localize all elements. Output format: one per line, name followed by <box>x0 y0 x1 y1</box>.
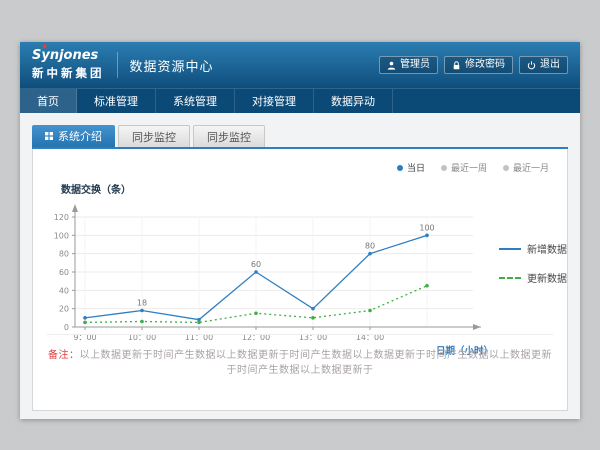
logo-star-icon: ★ <box>41 43 48 51</box>
page-title: 数据资源中心 <box>130 56 214 75</box>
main-navigation: 首页 标准管理 系统管理 对接管理 数据异动 <box>20 88 580 113</box>
grid-icon <box>45 130 53 143</box>
svg-text:100: 100 <box>419 223 434 232</box>
filter-last-month[interactable]: 最近一月 <box>503 161 549 174</box>
legend-item-new-data: 新增数据 <box>499 241 567 256</box>
svg-text:18: 18 <box>137 299 147 308</box>
change-password-label: 修改密码 <box>465 60 505 70</box>
tab-bar: 系统介绍 同步监控 同步监控 <box>32 125 568 149</box>
nav-item-home[interactable]: 首页 <box>20 89 77 113</box>
tab-sync-monitor-2[interactable]: 同步监控 <box>193 125 265 147</box>
filter-last-week[interactable]: 最近一周 <box>441 161 487 174</box>
footnote: 备注：以上数据更新于时间产生数据以上数据更新于时间产生数据以上数据更新于时间产生… <box>47 334 553 376</box>
tab-sync-monitor-1[interactable]: 同步监控 <box>118 125 190 147</box>
tab-system-intro[interactable]: 系统介绍 <box>32 125 115 147</box>
tab-label: 同步监控 <box>207 129 251 145</box>
svg-text:0: 0 <box>64 323 69 332</box>
footnote-text: 以上数据更新于时间产生数据以上数据更新于时间产生数据以上数据更新于时间产生数据以… <box>80 350 553 376</box>
logout-label: 退出 <box>540 60 560 70</box>
series-label: 更新数据 <box>527 270 567 285</box>
footnote-label: 备注： <box>48 350 80 361</box>
filter-label: 当日 <box>407 161 425 174</box>
nav-item-standard-mgmt[interactable]: 标准管理 <box>77 89 156 113</box>
brand-logo[interactable]: Synjones ★ 新中新集团 <box>32 49 105 81</box>
logo-subtitle: 新中新集团 <box>32 65 105 81</box>
admin-user-button[interactable]: 管理员 <box>379 56 438 74</box>
header-actions: 管理员 修改密码 退出 <box>379 56 568 74</box>
tab-label: 系统介绍 <box>58 128 102 144</box>
lock-icon <box>452 61 461 70</box>
nav-item-data-changes[interactable]: 数据异动 <box>314 89 393 113</box>
svg-text:80: 80 <box>365 242 375 251</box>
filter-today[interactable]: 当日 <box>397 161 425 174</box>
app-header: Synjones ★ 新中新集团 数据资源中心 管理员 修改密码 <box>20 42 580 88</box>
y-axis-title: 数据交换（条） <box>61 181 131 196</box>
svg-text:60: 60 <box>59 268 69 277</box>
svg-text:80: 80 <box>59 250 69 259</box>
svg-text:120: 120 <box>54 213 69 222</box>
svg-text:20: 20 <box>59 305 69 314</box>
logout-button[interactable]: 退出 <box>519 56 568 74</box>
filter-label: 最近一周 <box>451 161 487 174</box>
legend-item-updated-data: 更新数据 <box>499 270 567 285</box>
time-range-filters: 当日 最近一周 最近一月 <box>397 161 549 174</box>
logo-text: Synjones ★ <box>32 49 105 62</box>
svg-text:60: 60 <box>251 260 261 269</box>
svg-text:40: 40 <box>59 286 69 295</box>
header-divider <box>117 52 118 78</box>
svg-text:100: 100 <box>54 231 69 240</box>
app-window: Synjones ★ 新中新集团 数据资源中心 管理员 修改密码 <box>20 42 580 419</box>
user-icon <box>387 61 396 70</box>
radio-dot-icon <box>397 165 403 171</box>
tab-label: 同步监控 <box>132 129 176 145</box>
nav-item-connection-mgmt[interactable]: 对接管理 <box>235 89 314 113</box>
content-area: 系统介绍 同步监控 同步监控 当日 最近一周 <box>20 113 580 411</box>
series-label: 新增数据 <box>527 241 567 256</box>
nav-item-system-mgmt[interactable]: 系统管理 <box>156 89 235 113</box>
chart-panel: 当日 最近一周 最近一月 数据交换（条） 0204060801001209：00… <box>32 149 568 411</box>
filter-label: 最近一月 <box>513 161 549 174</box>
admin-user-label: 管理员 <box>400 60 430 70</box>
change-password-button[interactable]: 修改密码 <box>444 56 513 74</box>
power-icon <box>527 61 536 70</box>
line-swatch-icon <box>499 248 521 250</box>
radio-dot-icon <box>441 165 447 171</box>
line-swatch-icon <box>499 277 521 279</box>
radio-dot-icon <box>503 165 509 171</box>
